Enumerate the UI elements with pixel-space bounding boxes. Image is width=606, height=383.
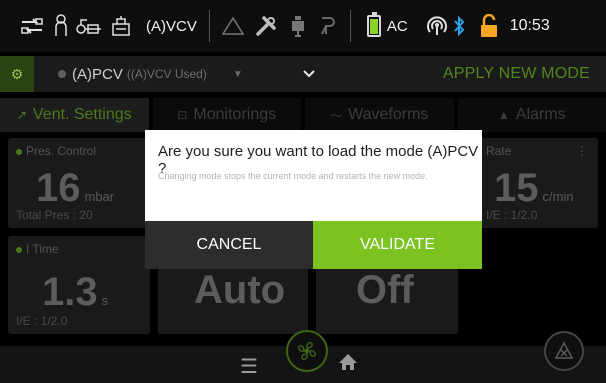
mode-indicator-dot xyxy=(58,70,66,78)
tile-value: Off xyxy=(356,268,414,312)
gear-icon[interactable]: ⚙ xyxy=(0,56,34,92)
bell-icon: ▲ xyxy=(497,108,510,122)
tab-waveforms[interactable]: 〜 Waveforms xyxy=(305,98,454,132)
dialog-message: Changing mode stops the current mode and… xyxy=(158,171,428,181)
power-source-label: AC xyxy=(386,17,408,35)
tile-value: Auto xyxy=(194,268,286,312)
tab-monitorings[interactable]: ⊡ Monitorings xyxy=(152,98,301,132)
circuit-icon xyxy=(76,16,106,36)
status-mode: (A)VCV xyxy=(146,17,197,35)
tools-icon[interactable] xyxy=(254,14,278,38)
tile-value: 16 mbar xyxy=(36,166,115,210)
battery-icon xyxy=(363,12,381,37)
tile-label: Pres. Control xyxy=(16,144,96,158)
tab-label: Alarms xyxy=(515,106,566,123)
warning-triangle-icon[interactable] xyxy=(221,16,244,36)
oxygen-icon xyxy=(318,14,338,38)
used-mode-note: ((A)VCV Used) xyxy=(126,67,207,81)
tile-sub: Total Pres : 20 xyxy=(16,208,93,222)
tab-vent-settings[interactable]: ↗ Vent. Settings xyxy=(0,98,149,132)
separator xyxy=(208,10,210,42)
pres-control-tile[interactable]: Pres. Control 16 mbar Total Pres : 20 xyxy=(8,138,150,228)
tile-sub: I/E : 1/2.0 xyxy=(16,314,68,328)
fan-icon[interactable] xyxy=(286,330,328,372)
clock: 10:53 xyxy=(509,17,550,34)
validate-button[interactable]: VALIDATE xyxy=(313,221,482,269)
mode-bar: ⚙ (A)PCV ((A)VCV Used) ▼ APPLY NEW MODE xyxy=(0,56,606,92)
chevron-down-icon[interactable] xyxy=(303,67,315,81)
confirm-mode-dialog: Are you sure you want to load the mode (… xyxy=(145,130,482,269)
i-time-tile[interactable]: I Time 1.3 s I/E : 1/2.0 xyxy=(8,236,150,334)
wireless-icon[interactable] xyxy=(426,15,448,37)
patient-icon xyxy=(54,14,68,38)
tab-label: Monitorings xyxy=(193,106,277,123)
tab-label: Vent. Settings xyxy=(32,106,132,123)
separator xyxy=(349,10,351,42)
caret-down-icon[interactable]: ▼ xyxy=(233,69,243,80)
alarm-silence-icon[interactable] xyxy=(544,331,584,371)
pencil-icon: ↗ xyxy=(16,108,27,122)
bluetooth-icon[interactable] xyxy=(452,15,466,37)
menu-icon[interactable]: ☰ xyxy=(240,354,258,379)
apply-new-mode-button[interactable]: APPLY NEW MODE xyxy=(443,65,590,83)
status-bar: (A)VCV AC 10:53 xyxy=(0,0,606,52)
wave-icon: 〜 xyxy=(330,108,343,123)
unlock-icon[interactable] xyxy=(480,14,498,38)
more-options-icon[interactable]: ⋮ xyxy=(576,144,588,158)
dialog-body: Are you sure you want to load the mode (… xyxy=(145,130,482,221)
selected-mode[interactable]: (A)PCV xyxy=(72,66,123,83)
tile-label: Rate xyxy=(486,144,512,158)
tile-label: I Time xyxy=(16,242,59,256)
tab-bar: ↗ Vent. Settings ⊡ Monitorings 〜 Wavefor… xyxy=(0,98,606,132)
home-icon[interactable] xyxy=(338,352,358,378)
tab-label: Waveforms xyxy=(348,106,429,123)
monitor-icon: ⊡ xyxy=(177,108,188,122)
accessory-icon xyxy=(290,14,306,38)
network-icon xyxy=(20,16,44,36)
tile-sub: I/E : 1/2.0 xyxy=(486,208,538,222)
tile-value: 1.3 s xyxy=(42,270,109,314)
humidifier-icon xyxy=(110,15,132,37)
tab-alarms[interactable]: ▲ Alarms xyxy=(457,98,606,132)
cancel-button[interactable]: CANCEL xyxy=(145,221,313,269)
tile-value: 15 c/min xyxy=(494,166,574,210)
